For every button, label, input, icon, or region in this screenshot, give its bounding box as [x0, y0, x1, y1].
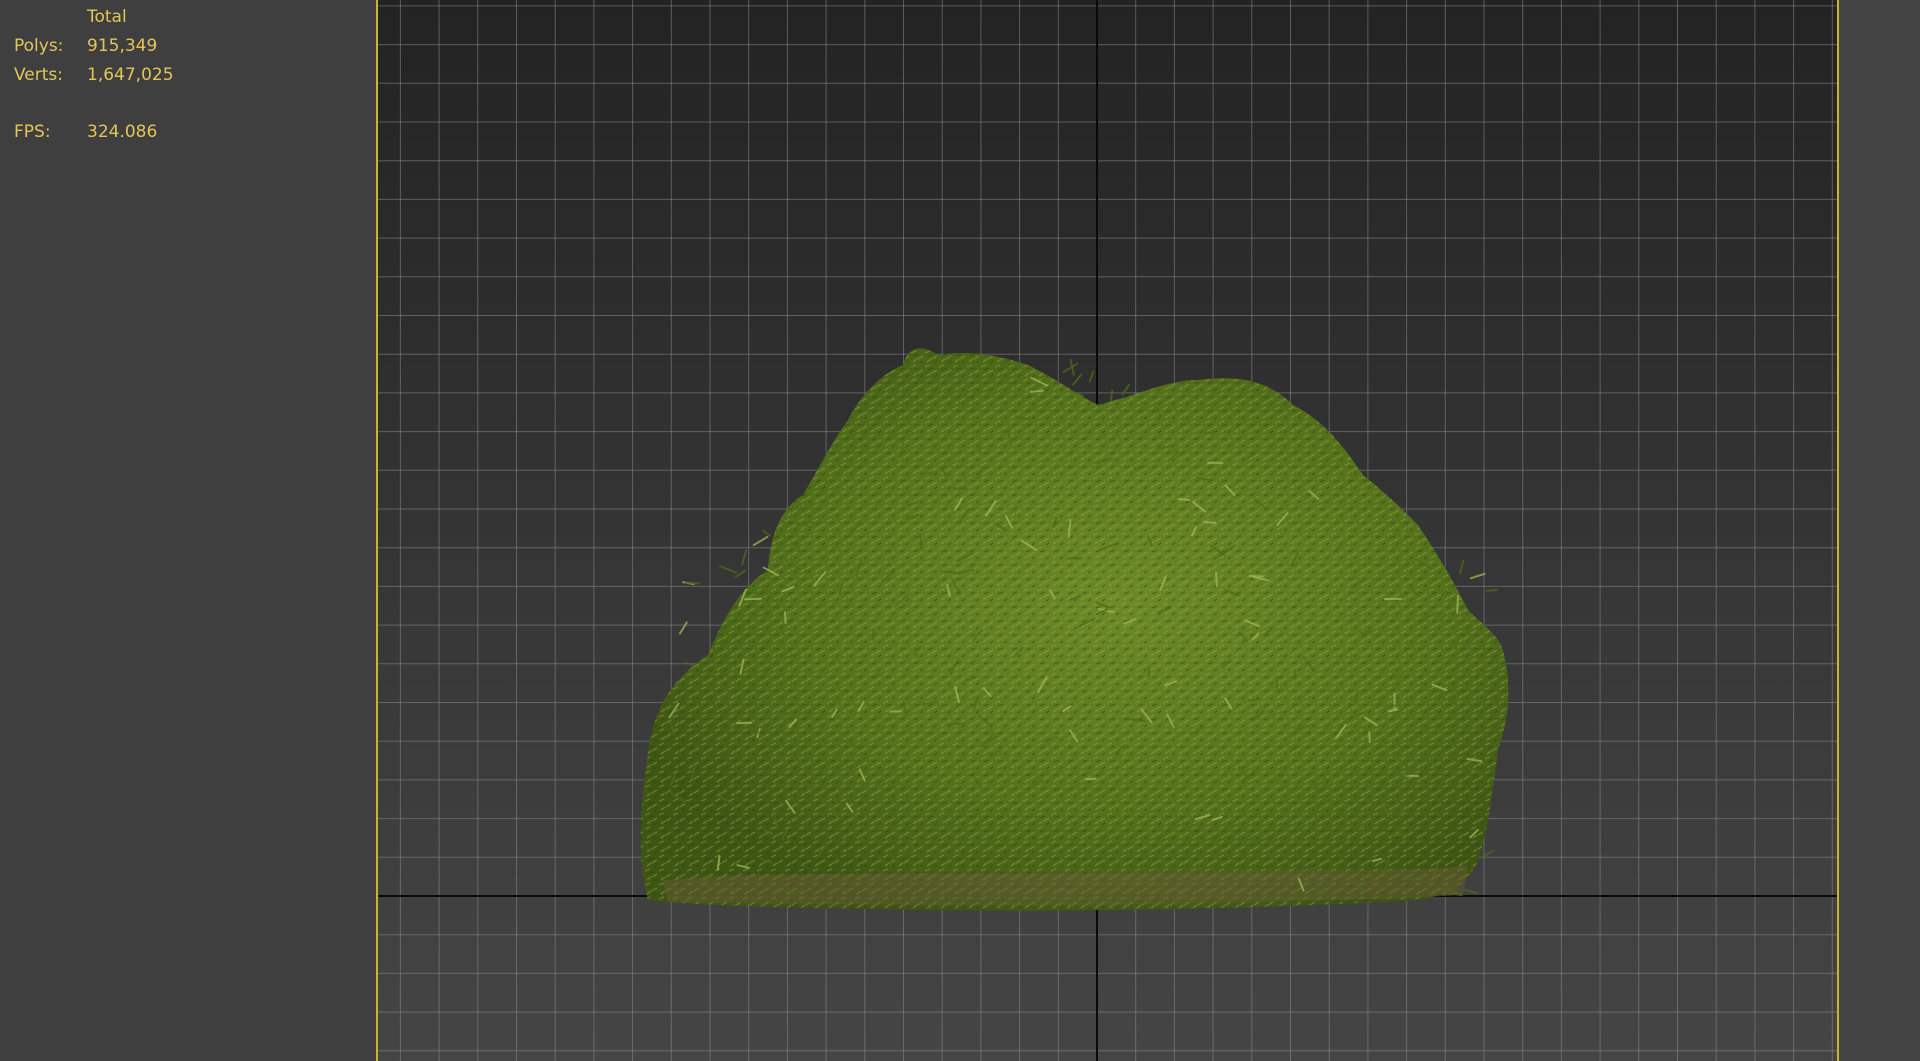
leaf	[744, 597, 762, 601]
app-window: Total Polys: 915,349 Verts: 1,647,025 FP…	[0, 0, 1920, 1061]
leaf	[1215, 571, 1218, 587]
bush-model[interactable]	[640, 348, 1509, 911]
leaf	[1072, 373, 1083, 386]
leaf	[1014, 416, 1030, 420]
verts-label: Verts:	[14, 65, 64, 85]
leaf	[939, 570, 958, 574]
fps-value: 324.086	[87, 122, 158, 142]
leaf	[953, 487, 968, 490]
leaf	[946, 722, 965, 726]
leaf	[1202, 521, 1217, 524]
leaf	[1029, 389, 1044, 393]
verts-value: 1,647,025	[87, 65, 174, 85]
leaf	[735, 569, 747, 578]
leaf	[684, 581, 700, 585]
leaf	[762, 529, 771, 537]
leaf	[919, 533, 923, 550]
leaf	[978, 440, 981, 453]
viewport-canvas[interactable]	[378, 0, 1837, 1061]
leaf	[1458, 559, 1465, 575]
leaf	[1462, 888, 1479, 895]
leaf	[1469, 572, 1486, 580]
leaf	[679, 621, 688, 635]
leaf	[1382, 704, 1401, 708]
leaf	[752, 536, 769, 547]
leaf	[718, 565, 738, 574]
leaf	[1062, 362, 1079, 373]
leaf	[1359, 630, 1373, 634]
leaf	[1110, 389, 1114, 402]
stats-header: Total	[87, 7, 127, 27]
leaf	[1275, 676, 1279, 693]
polys-label: Polys:	[14, 36, 64, 56]
leaf	[1456, 594, 1459, 614]
leaf	[685, 661, 695, 667]
leaf	[1177, 497, 1190, 502]
leaf	[1485, 589, 1499, 592]
leaf	[736, 721, 753, 725]
leaf	[1203, 431, 1216, 434]
leaf	[741, 549, 747, 566]
statistics-panel: Total Polys: 915,349 Verts: 1,647,025 FP…	[0, 0, 376, 1061]
viewport[interactable]	[376, 0, 1839, 1061]
leaf	[1088, 371, 1095, 383]
bush-leaf-texture	[640, 348, 1509, 911]
right-panel-strip	[1839, 0, 1920, 1061]
polys-value: 915,349	[87, 36, 158, 56]
fps-label: FPS:	[14, 122, 51, 142]
